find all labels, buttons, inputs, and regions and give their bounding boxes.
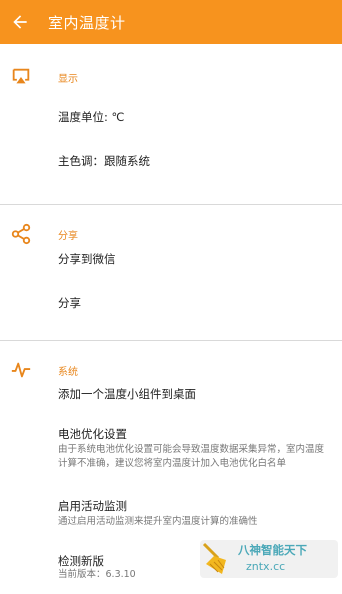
- share-label: 分享: [58, 296, 81, 310]
- watermark-title: 八神智能天下: [238, 543, 307, 557]
- broom-icon: [202, 542, 226, 574]
- theme-color-label: 主色调：跟随系统: [58, 154, 150, 168]
- section-share: 分享 分享到微信 分享: [0, 205, 342, 340]
- arrow-left-icon: [13, 15, 27, 29]
- battery-optimization-item[interactable]: 电池优化设置 由于系统电池优化设置可能会导致温度数据采集异常，室内温度计算不准确…: [0, 427, 342, 499]
- section-header-share: 分享: [0, 205, 342, 252]
- page-title: 室内温度计: [48, 13, 126, 32]
- share-wechat-item[interactable]: 分享到微信: [0, 252, 342, 296]
- theme-color-item[interactable]: 主色调：跟随系统: [0, 148, 342, 204]
- share-icon: [11, 223, 31, 245]
- temperature-unit-label: 温度单位: ℃: [58, 110, 125, 124]
- section-display: 显示 温度单位: ℃ 主色调：跟随系统: [0, 44, 342, 204]
- section-header-system: 系统: [0, 341, 342, 387]
- back-button[interactable]: [2, 0, 38, 44]
- activity-monitoring-title: 启用活动监测: [58, 499, 127, 513]
- section-label-system: 系统: [58, 367, 78, 378]
- pulse-icon: [11, 362, 31, 378]
- battery-optimization-title: 电池优化设置: [58, 427, 127, 441]
- watermark-url: zntx.cc: [246, 560, 286, 573]
- section-label-share: 分享: [58, 231, 78, 242]
- share-item[interactable]: 分享: [0, 296, 342, 340]
- app-bar: 室内温度计: [0, 0, 342, 44]
- add-widget-label: 添加一个温度小组件到桌面: [58, 387, 196, 401]
- temperature-unit-item[interactable]: 温度单位: ℃: [0, 104, 342, 148]
- add-widget-item[interactable]: 添加一个温度小组件到桌面: [0, 387, 342, 427]
- battery-optimization-description: 由于系统电池优化设置可能会导致温度数据采集异常，室内温度计算不准确，建议您将室内…: [58, 444, 325, 469]
- watermark: 八神智能天下 zntx.cc: [200, 540, 338, 578]
- share-wechat-label: 分享到微信: [58, 252, 116, 266]
- airplay-icon: [12, 68, 30, 84]
- activity-monitoring-description: 通过启用活动监测来提升室内温度计算的准确性: [58, 516, 258, 527]
- section-label-display: 显示: [58, 74, 78, 85]
- section-header-display: 显示: [0, 44, 342, 104]
